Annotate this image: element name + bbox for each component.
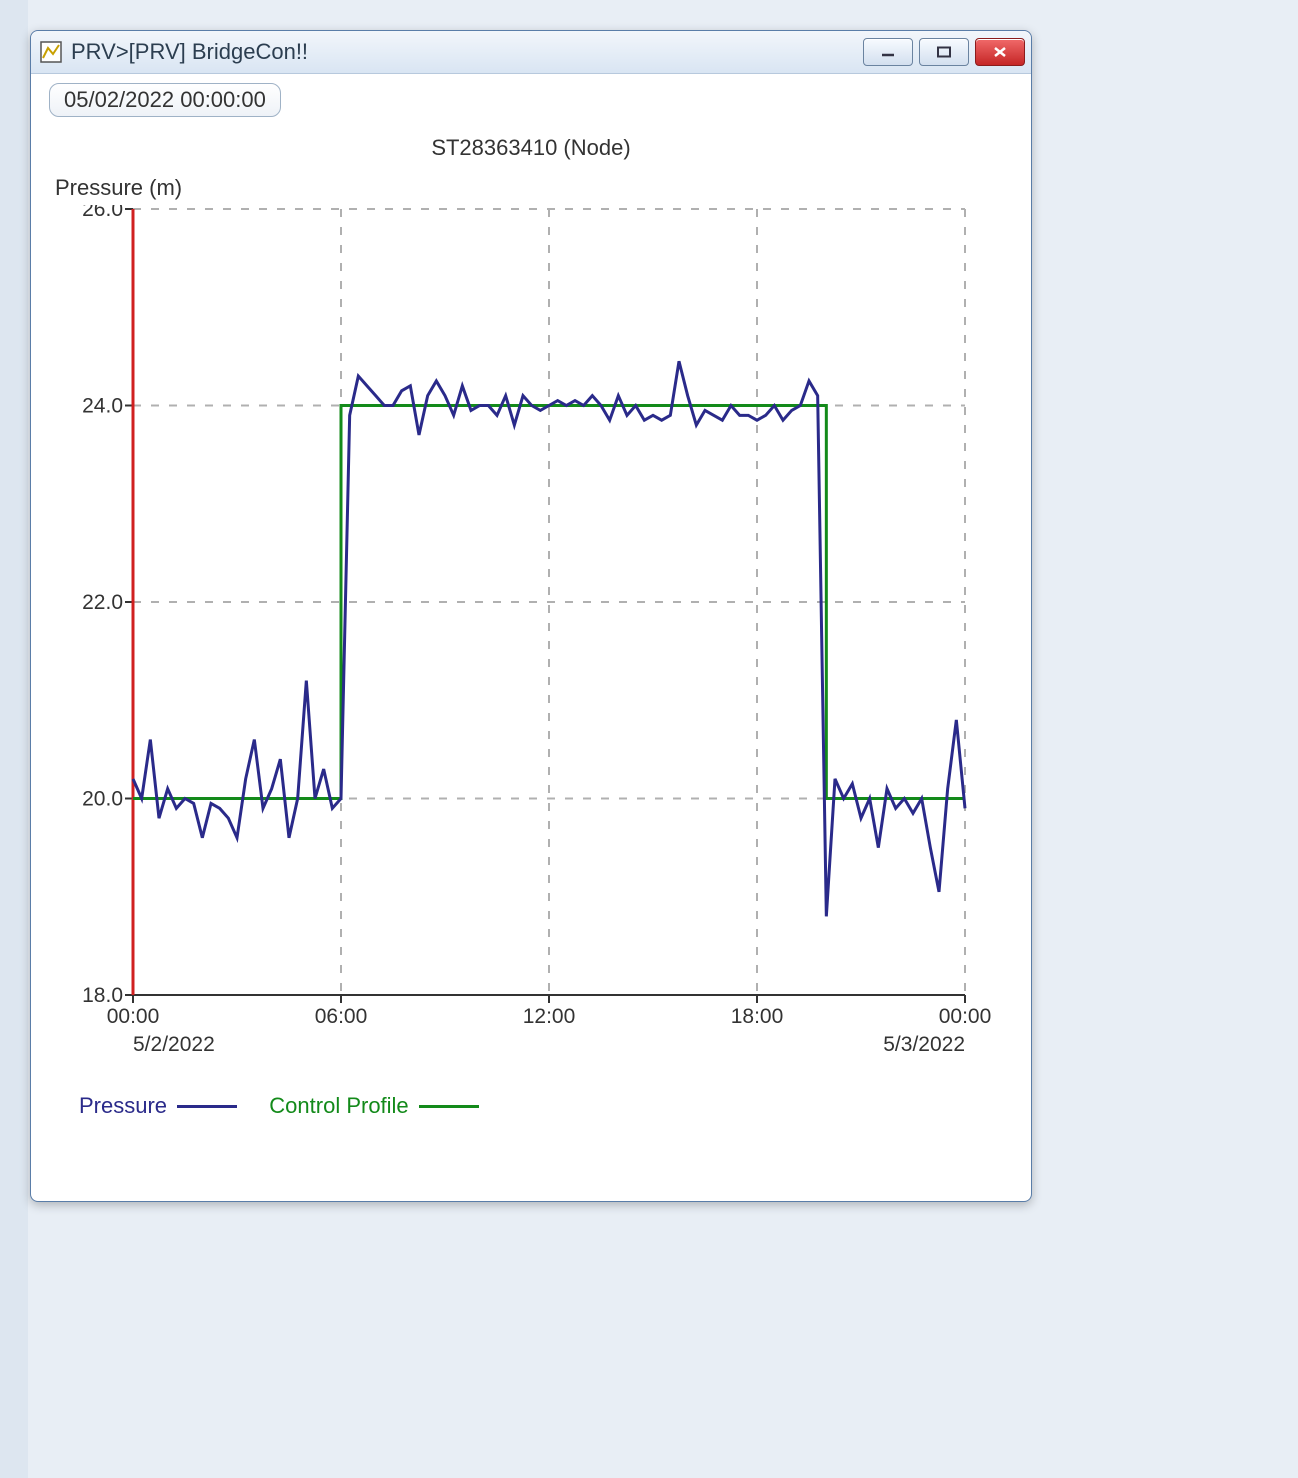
maximize-button[interactable] bbox=[919, 38, 969, 66]
svg-text:00:00: 00:00 bbox=[939, 1005, 992, 1028]
svg-text:24.0: 24.0 bbox=[82, 395, 123, 418]
background-strip bbox=[0, 0, 28, 1478]
minimize-button[interactable] bbox=[863, 38, 913, 66]
y-axis-label: Pressure (m) bbox=[55, 175, 1013, 201]
chart-window: PRV>[PRV] BridgeCon!! 05/02/2022 00:00 bbox=[30, 30, 1032, 1202]
legend-control-label: Control Profile bbox=[269, 1093, 408, 1119]
timestamp-badge[interactable]: 05/02/2022 00:00:00 bbox=[49, 83, 281, 117]
svg-text:5/3/2022: 5/3/2022 bbox=[883, 1033, 965, 1056]
window-title: PRV>[PRV] BridgeCon!! bbox=[71, 39, 308, 65]
svg-text:00:00: 00:00 bbox=[107, 1005, 160, 1028]
chart-client-area: 05/02/2022 00:00:00 ST28363410 (Node) Pr… bbox=[31, 73, 1031, 1201]
titlebar[interactable]: PRV>[PRV] BridgeCon!! bbox=[31, 31, 1031, 74]
svg-text:20.0: 20.0 bbox=[82, 788, 123, 811]
legend-pressure-swatch bbox=[177, 1105, 237, 1108]
close-button[interactable] bbox=[975, 38, 1025, 66]
chart-title: ST28363410 (Node) bbox=[49, 135, 1013, 161]
chart-icon bbox=[39, 40, 63, 64]
svg-text:12:00: 12:00 bbox=[523, 1005, 576, 1028]
svg-text:18.0: 18.0 bbox=[82, 984, 123, 1007]
chart-legend: Pressure Control Profile bbox=[79, 1093, 1013, 1119]
legend-control-swatch bbox=[419, 1105, 479, 1108]
svg-text:26.0: 26.0 bbox=[82, 205, 123, 221]
svg-text:5/2/2022: 5/2/2022 bbox=[133, 1033, 215, 1056]
window-buttons bbox=[863, 38, 1025, 66]
svg-text:06:00: 06:00 bbox=[315, 1005, 368, 1028]
svg-text:22.0: 22.0 bbox=[82, 591, 123, 614]
svg-text:18:00: 18:00 bbox=[731, 1005, 784, 1028]
chart-plot[interactable]: 18.0 20.0 22.0 24.0 26.0 00:00 06:00 12:00 18:00… bbox=[55, 205, 995, 1085]
legend-pressure-label: Pressure bbox=[79, 1093, 167, 1119]
